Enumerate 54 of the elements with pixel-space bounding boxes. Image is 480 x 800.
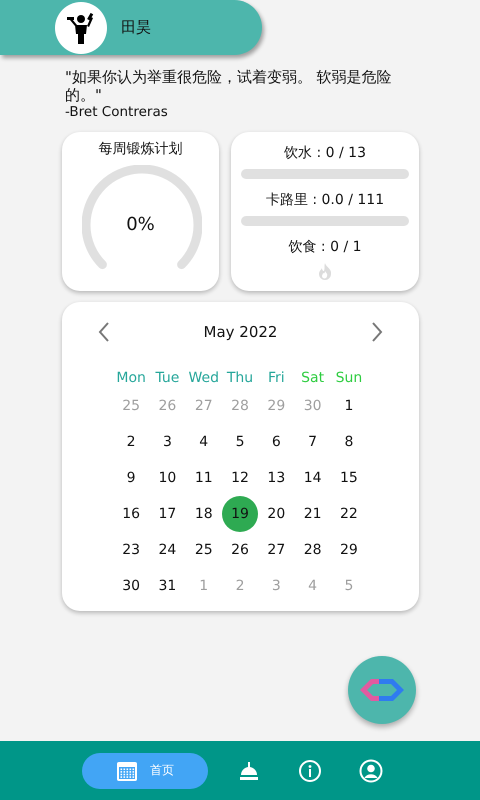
calendar-day[interactable]: 6 (258, 424, 294, 460)
weekday-label: Mon (115, 370, 147, 388)
calendar-day[interactable]: 23 (113, 532, 150, 568)
calendar-day[interactable]: 28 (294, 532, 331, 568)
flame-icon (318, 263, 332, 280)
weekday-label: Tue (154, 370, 180, 388)
stat-label: 卡路里 : 0.0 / 111 (266, 191, 384, 209)
calendar-day[interactable]: 19 (222, 496, 258, 532)
calendar-day[interactable]: 4 (186, 424, 222, 460)
user-name: 田昊 (121, 18, 151, 37)
calendar-day[interactable]: 21 (294, 496, 331, 532)
calendar-day[interactable]: 16 (113, 496, 150, 532)
calendar-day[interactable]: 24 (149, 532, 186, 568)
weekday-label: Fri (266, 370, 286, 388)
month-title: May 2022 (204, 323, 278, 341)
calendar-day[interactable]: 11 (186, 460, 222, 496)
calendar-day[interactable]: 14 (294, 460, 331, 496)
calendar-day[interactable]: 30 (113, 568, 150, 604)
calendar-day[interactable]: 26 (222, 532, 258, 568)
calendar-day[interactable]: 29 (330, 532, 367, 568)
calendar-day[interactable]: 15 (330, 460, 367, 496)
previous-month-icon[interactable] (98, 322, 110, 342)
weekday-label: Thu (226, 370, 254, 388)
calendar-day[interactable]: 17 (149, 496, 186, 532)
calendar-day[interactable]: 18 (186, 496, 222, 532)
card-title: 每周锻炼计划 (98, 140, 182, 158)
calendar-day[interactable]: 10 (149, 460, 186, 496)
stat-label: 饮水 : 0 / 13 (284, 144, 366, 162)
calendar-day[interactable]: 27 (258, 532, 294, 568)
stat-label: 饮食 : 0 / 1 (288, 238, 362, 256)
calendar-day[interactable]: 7 (294, 424, 331, 460)
floating-action-button[interactable] (348, 656, 416, 724)
calendar-day[interactable]: 12 (222, 460, 258, 496)
info-icon (298, 758, 322, 782)
progress-percent: 0% (126, 214, 155, 235)
calendar-day[interactable]: 31 (149, 568, 186, 604)
calendar-icon (116, 760, 138, 782)
next-month-icon[interactable] (370, 322, 383, 342)
calendar-day[interactable]: 22 (330, 496, 367, 532)
calendar-day[interactable]: 1 (330, 388, 367, 424)
calendar-day[interactable]: 20 (258, 496, 294, 532)
calendar-day[interactable]: 13 (258, 460, 294, 496)
calendar-day[interactable]: 9 (113, 460, 150, 496)
profile-icon (359, 758, 383, 782)
quote-author: -Bret Contreras (65, 104, 169, 120)
calendar-day[interactable]: 2 (113, 424, 150, 460)
calendar-day[interactable]: 3 (149, 424, 186, 460)
quote-text: "如果你认为举重很危险，试着变弱。 软弱是危险的。" (65, 68, 393, 104)
calendar-day[interactable]: 25 (186, 532, 222, 568)
calendar-day[interactable]: 8 (330, 424, 367, 460)
calendar-day[interactable]: 5 (222, 424, 258, 460)
weekday-label: Sat (300, 370, 326, 388)
weekday-label: Sun (334, 370, 364, 388)
weekday-label: Wed (187, 370, 220, 388)
